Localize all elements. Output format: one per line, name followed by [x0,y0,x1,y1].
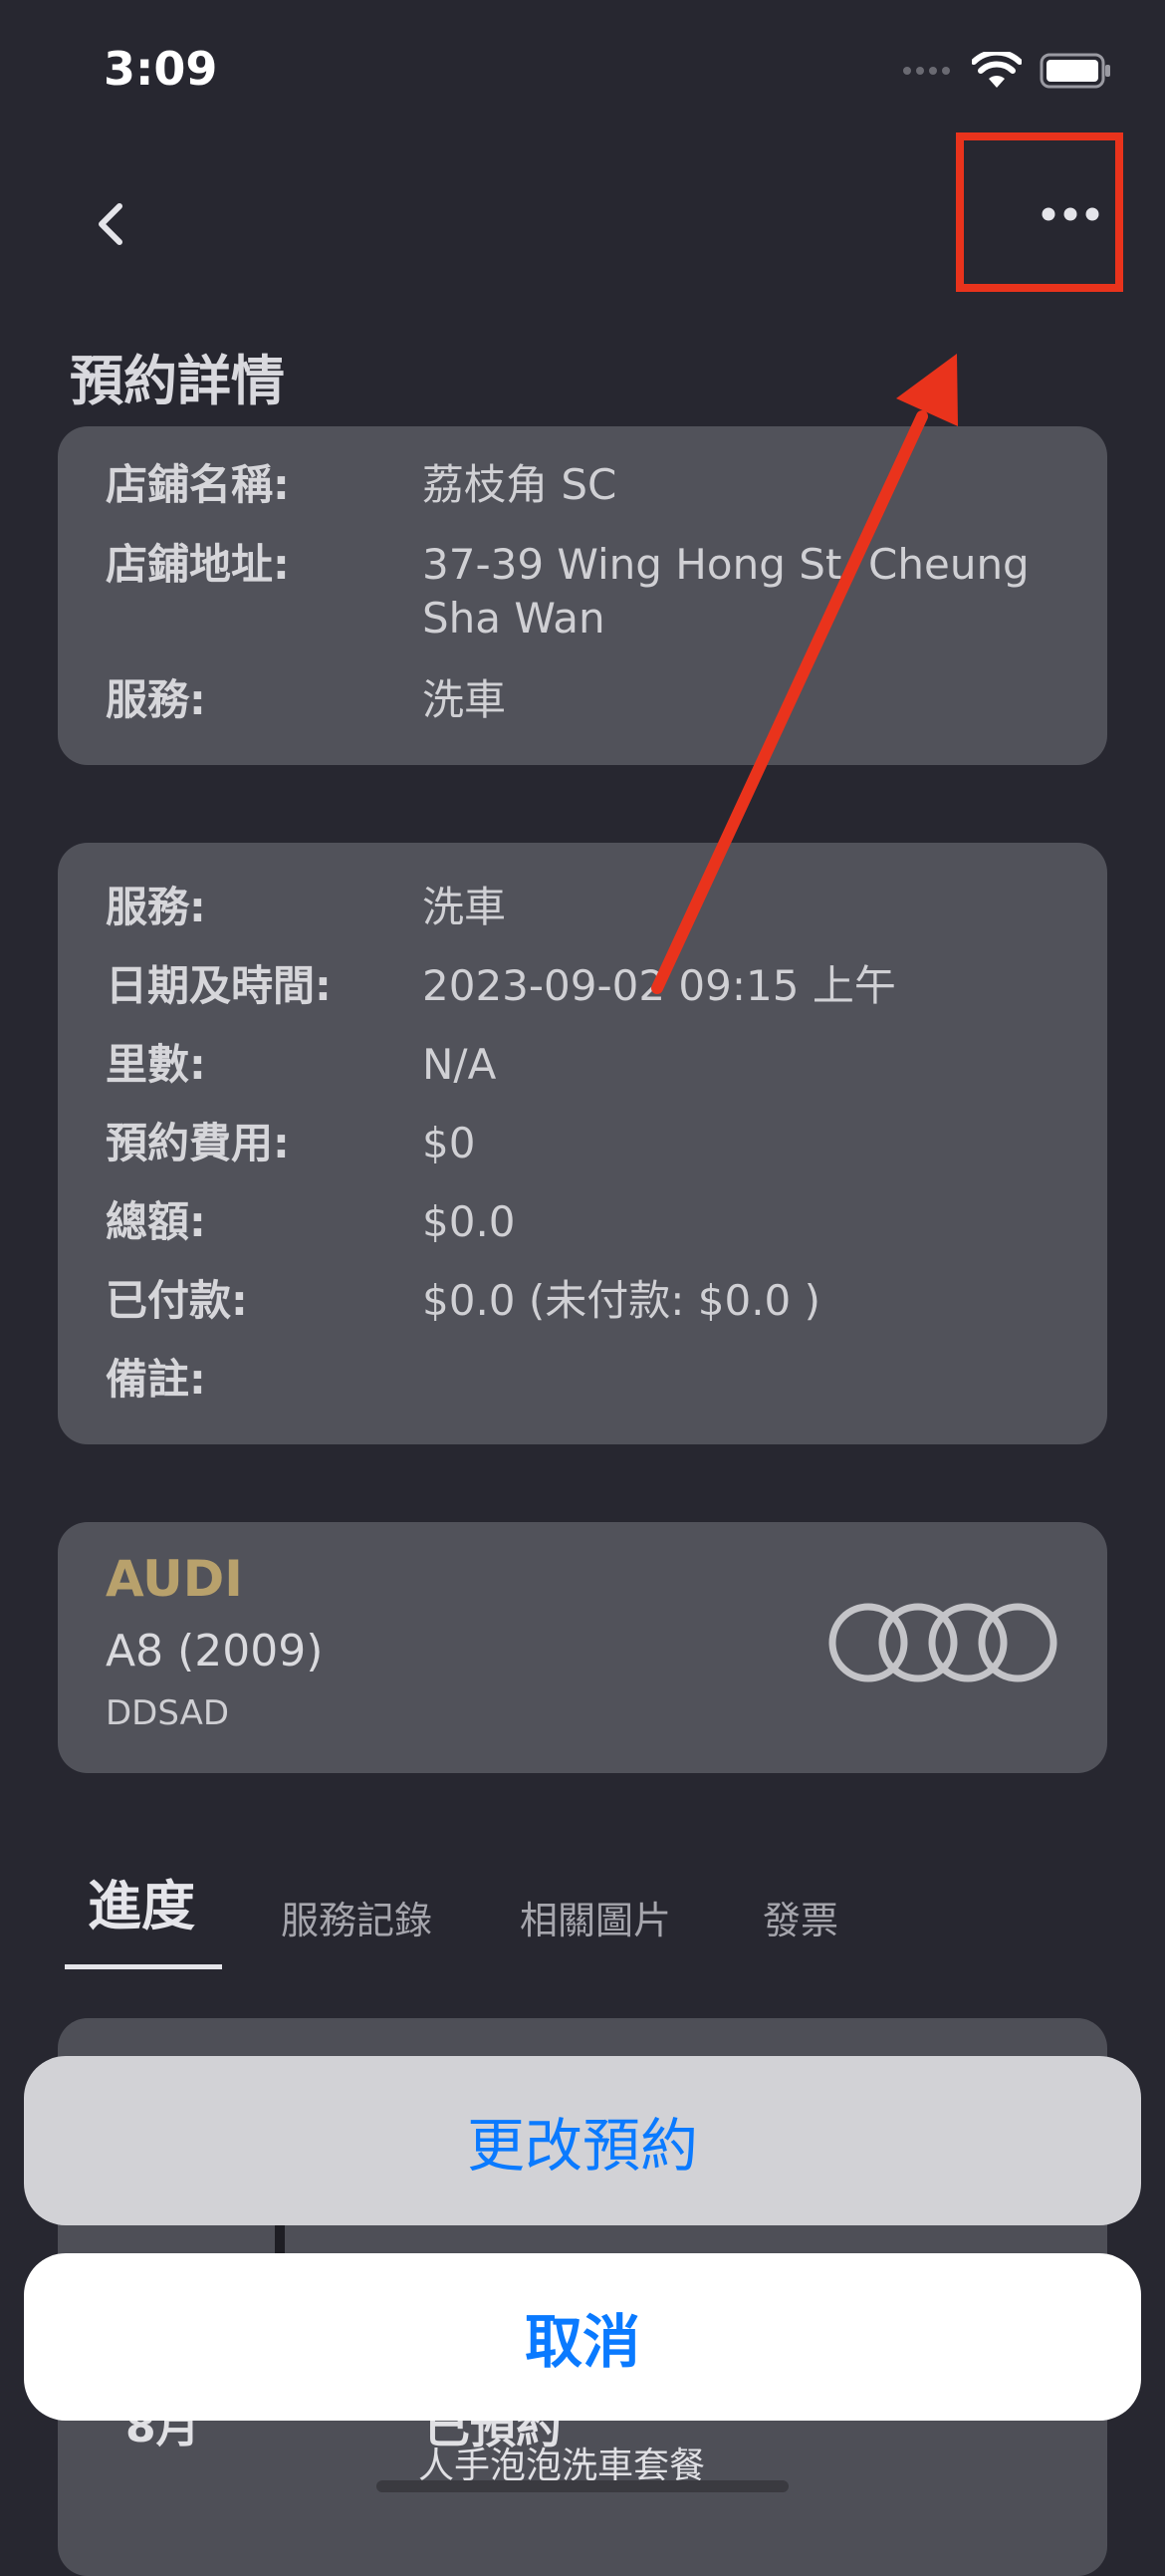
tab-service-records[interactable]: 服務記錄 [281,1881,432,1960]
booking-details-card: 服務: 洗車 日期及時間: 2023-09-02 09:15 上午 里數: N/… [58,843,1107,1444]
store-address-label: 店鋪地址: [106,540,290,589]
mileage-label: 里數: [106,1040,206,1089]
store-service-value: 洗車 [422,675,507,724]
store-address-row: 店鋪地址: 37-39 Wing Hong St, Cheung Sha Wan [106,538,1067,645]
back-button[interactable] [80,189,139,259]
chevron-left-icon [99,203,122,245]
paid-value: $0.0 (未付款: $0.0 ) [422,1276,821,1325]
audi-rings-icon [828,1603,1057,1682]
battery-icon [1040,53,1110,89]
status-time: 3:09 [104,42,218,96]
booking-service-label: 服務: [106,883,206,931]
store-info-card: 店鋪名稱: 荔枝角 SC 店鋪地址: 37-39 Wing Hong St, C… [58,426,1107,765]
total-value: $0.0 [422,1197,516,1246]
annotation-highlight-box [956,132,1123,292]
paid-label: 已付款: [106,1276,248,1325]
tab-invoice[interactable]: 發票 [763,1881,838,1960]
vehicle-brand: AUDI [106,1550,243,1608]
change-booking-button[interactable]: 更改預約 [24,2056,1141,2225]
mileage-value: N/A [422,1040,497,1089]
cancel-button[interactable]: 取消 [24,2253,1141,2421]
vehicle-model: A8 (2009) [106,1626,324,1676]
store-service-label: 服務: [106,675,206,724]
tab-progress[interactable]: 進度 [88,1867,195,1946]
store-name-value: 荔枝角 SC [422,460,617,509]
signal-icon [903,67,950,75]
home-indicator [376,2480,789,2492]
remarks-label: 備註: [106,1355,206,1404]
vehicle-plate: DDSAD [106,1693,230,1733]
booking-datetime-label: 日期及時間: [106,961,332,1010]
store-name-label: 店鋪名稱: [106,460,290,509]
detail-tabs: 進度 服務記錄 相關圖片 發票 [60,1863,1105,1972]
vehicle-card[interactable]: AUDI A8 (2009) DDSAD [58,1522,1107,1773]
store-name-row: 店鋪名稱: 荔枝角 SC [106,458,1067,512]
tab-related-images[interactable]: 相關圖片 [520,1881,671,1960]
active-tab-indicator [65,1964,222,1969]
total-label: 總額: [106,1197,206,1246]
booking-service-value: 洗車 [422,883,507,931]
booking-datetime-value: 2023-09-02 09:15 上午 [422,961,896,1010]
booking-fee-value: $0 [422,1119,476,1167]
status-icons [902,52,1111,90]
store-address-value: 37-39 Wing Hong St, Cheung Sha Wan [422,540,1030,643]
store-service-row: 服務: 洗車 [106,673,1067,727]
wifi-icon [972,52,1022,88]
booking-fee-label: 預約費用: [106,1119,290,1167]
page-title: 預約詳情 [70,350,285,412]
